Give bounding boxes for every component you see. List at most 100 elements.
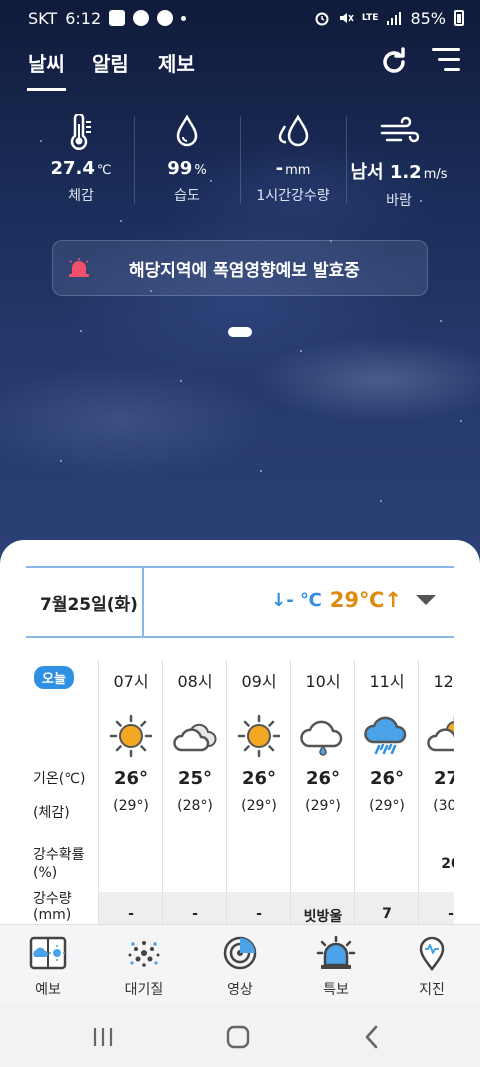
- max-temp: 29℃↑: [329, 588, 402, 612]
- hour-amount: -: [99, 892, 163, 924]
- app-notification-icon: [133, 10, 150, 26]
- mute-icon: [339, 13, 354, 23]
- hour-temp: 25°: [177, 768, 213, 789]
- condition-rainfall: - mm 1시간강수량: [240, 112, 346, 212]
- hour-feel: (29°): [305, 798, 341, 814]
- nav-earthquake[interactable]: 지진: [384, 925, 480, 1004]
- cloud-rain-icon: [364, 716, 407, 755]
- hour-temp: 26°: [113, 768, 149, 789]
- back-icon[interactable]: [362, 1024, 382, 1050]
- hour-feel: (28°): [177, 798, 213, 814]
- tab-alerts[interactable]: 알림: [92, 48, 129, 77]
- menu-icon[interactable]: [432, 48, 460, 74]
- hour-label: 10시: [305, 672, 341, 691]
- system-navigation-bar: [0, 1004, 480, 1067]
- nav-forecast[interactable]: 예보: [0, 925, 96, 1004]
- top-tab-bar: 날씨 알림 제보: [0, 36, 480, 92]
- sun-icon: [237, 714, 281, 758]
- sun-icon: [109, 714, 153, 758]
- hour-column: 12시 27° (30°) 20 -: [418, 660, 454, 924]
- hour-feel: (30°): [433, 798, 454, 814]
- radar-icon: [223, 936, 257, 970]
- row-label-amount-unit: (mm): [33, 907, 72, 923]
- hour-label: 07시: [113, 672, 149, 691]
- feels-like-value: 27.4: [50, 158, 95, 179]
- carrier-label: SKT: [28, 8, 58, 28]
- nav-air-quality[interactable]: 대기질: [96, 925, 192, 1004]
- cloud-drizzle-icon: [300, 720, 343, 756]
- forecast-date: 7월25일(화): [40, 595, 138, 615]
- network-type: LTE: [361, 13, 379, 23]
- bottom-navigation: 예보 대기질 영상 특보 지진: [0, 924, 480, 1004]
- humidity-drop-icon: [176, 114, 198, 147]
- min-temp: ↓- ℃: [271, 589, 322, 611]
- refresh-icon[interactable]: [378, 46, 410, 78]
- alarm-icon: [315, 12, 329, 26]
- rainfall-label: 1시간강수량: [256, 188, 330, 204]
- wind-label: 바람: [386, 193, 412, 209]
- cloud-icon: [173, 723, 217, 752]
- siren-icon: [69, 258, 89, 277]
- wind-unit: m/s: [423, 167, 448, 182]
- recent-apps-icon[interactable]: [92, 1026, 114, 1048]
- rainfall-value: -: [275, 158, 284, 179]
- date-selector[interactable]: 7월25일(화) ↓- ℃ 29℃↑: [26, 566, 454, 638]
- hour-prob: 20: [441, 856, 454, 872]
- condition-humidity: 99% 습도: [134, 112, 240, 212]
- row-label-temp: 기온(℃): [33, 771, 86, 787]
- chat-notification-icon: [157, 10, 174, 26]
- humidity-label: 습도: [174, 188, 200, 204]
- nav-warnings-label: 특보: [323, 982, 349, 998]
- hour-column: 11시 26° (29°) 7: [354, 660, 419, 924]
- nav-air-quality-label: 대기질: [124, 982, 164, 998]
- warning-siren-icon: [316, 935, 356, 969]
- condition-feels-like: 27.4 ℃ 체감: [28, 112, 134, 212]
- condition-wind: 남서 1.2 m/s 바람: [346, 112, 452, 212]
- tab-reports[interactable]: 제보: [158, 48, 195, 77]
- hour-amount: 빗방울: [291, 892, 355, 924]
- hour-column: 09시 26° (29°) -: [226, 660, 291, 924]
- forecast-icon: [29, 936, 67, 970]
- hour-feel: (29°): [241, 798, 277, 814]
- air-quality-icon: [128, 941, 160, 967]
- row-label-prob: 강수확률: [33, 847, 85, 863]
- humidity-unit: %: [194, 163, 207, 178]
- hour-column: 07시 26° (29°) -: [98, 660, 163, 924]
- more-notifications-icon: [181, 15, 187, 21]
- tab-weather[interactable]: 날씨: [27, 48, 66, 91]
- clock: 6:12: [65, 8, 102, 28]
- wind-icon: [380, 116, 419, 143]
- humidity-value: 99: [167, 158, 193, 179]
- chevron-down-icon[interactable]: [416, 595, 436, 605]
- hour-temp: 26°: [305, 768, 341, 789]
- hour-feel: (29°): [369, 798, 405, 814]
- hour-amount: -: [163, 892, 227, 924]
- rain-drops-icon: [278, 114, 309, 147]
- nav-imagery[interactable]: 영상: [192, 925, 288, 1004]
- nav-warnings[interactable]: 특보: [288, 925, 384, 1004]
- today-badge: 오늘: [34, 666, 74, 689]
- alert-text: 해당지역에 폭염영향예보 발효중: [129, 260, 360, 281]
- battery-percent: 85%: [410, 8, 446, 28]
- hour-label: 09시: [241, 672, 277, 691]
- rainfall-unit: mm: [285, 163, 311, 178]
- hour-amount: 7: [355, 892, 419, 924]
- heatwave-alert-banner[interactable]: 해당지역에 폭염영향예보 발효중: [52, 240, 428, 296]
- row-label-feel: (체감): [33, 805, 70, 821]
- hour-column: 10시 26° (29°) 빗방울: [290, 660, 355, 924]
- page-indicator: [228, 327, 252, 337]
- nav-earthquake-label: 지진: [419, 982, 445, 998]
- feels-like-label: 체감: [68, 188, 94, 204]
- hour-column: 08시 25° (28°) -: [162, 660, 227, 924]
- forecast-sheet: 7월25일(화) ↓- ℃ 29℃↑ 오늘 기온(℃) (체감) 강수확률 (%…: [0, 540, 480, 924]
- battery-icon: [454, 10, 464, 26]
- hour-temp: 26°: [241, 768, 277, 789]
- home-icon[interactable]: [225, 1024, 251, 1050]
- wind-value: 남서 1.2: [350, 162, 422, 183]
- hour-temp: 27°: [433, 768, 454, 789]
- hour-label: 08시: [177, 672, 213, 691]
- hourly-forecast-grid[interactable]: 07시 26° (29°) - 08시 25° (28°) - 09시 26° …: [98, 660, 454, 924]
- hour-label: 11시: [369, 672, 405, 691]
- nav-imagery-label: 영상: [227, 982, 253, 998]
- signal-icon: [387, 12, 402, 25]
